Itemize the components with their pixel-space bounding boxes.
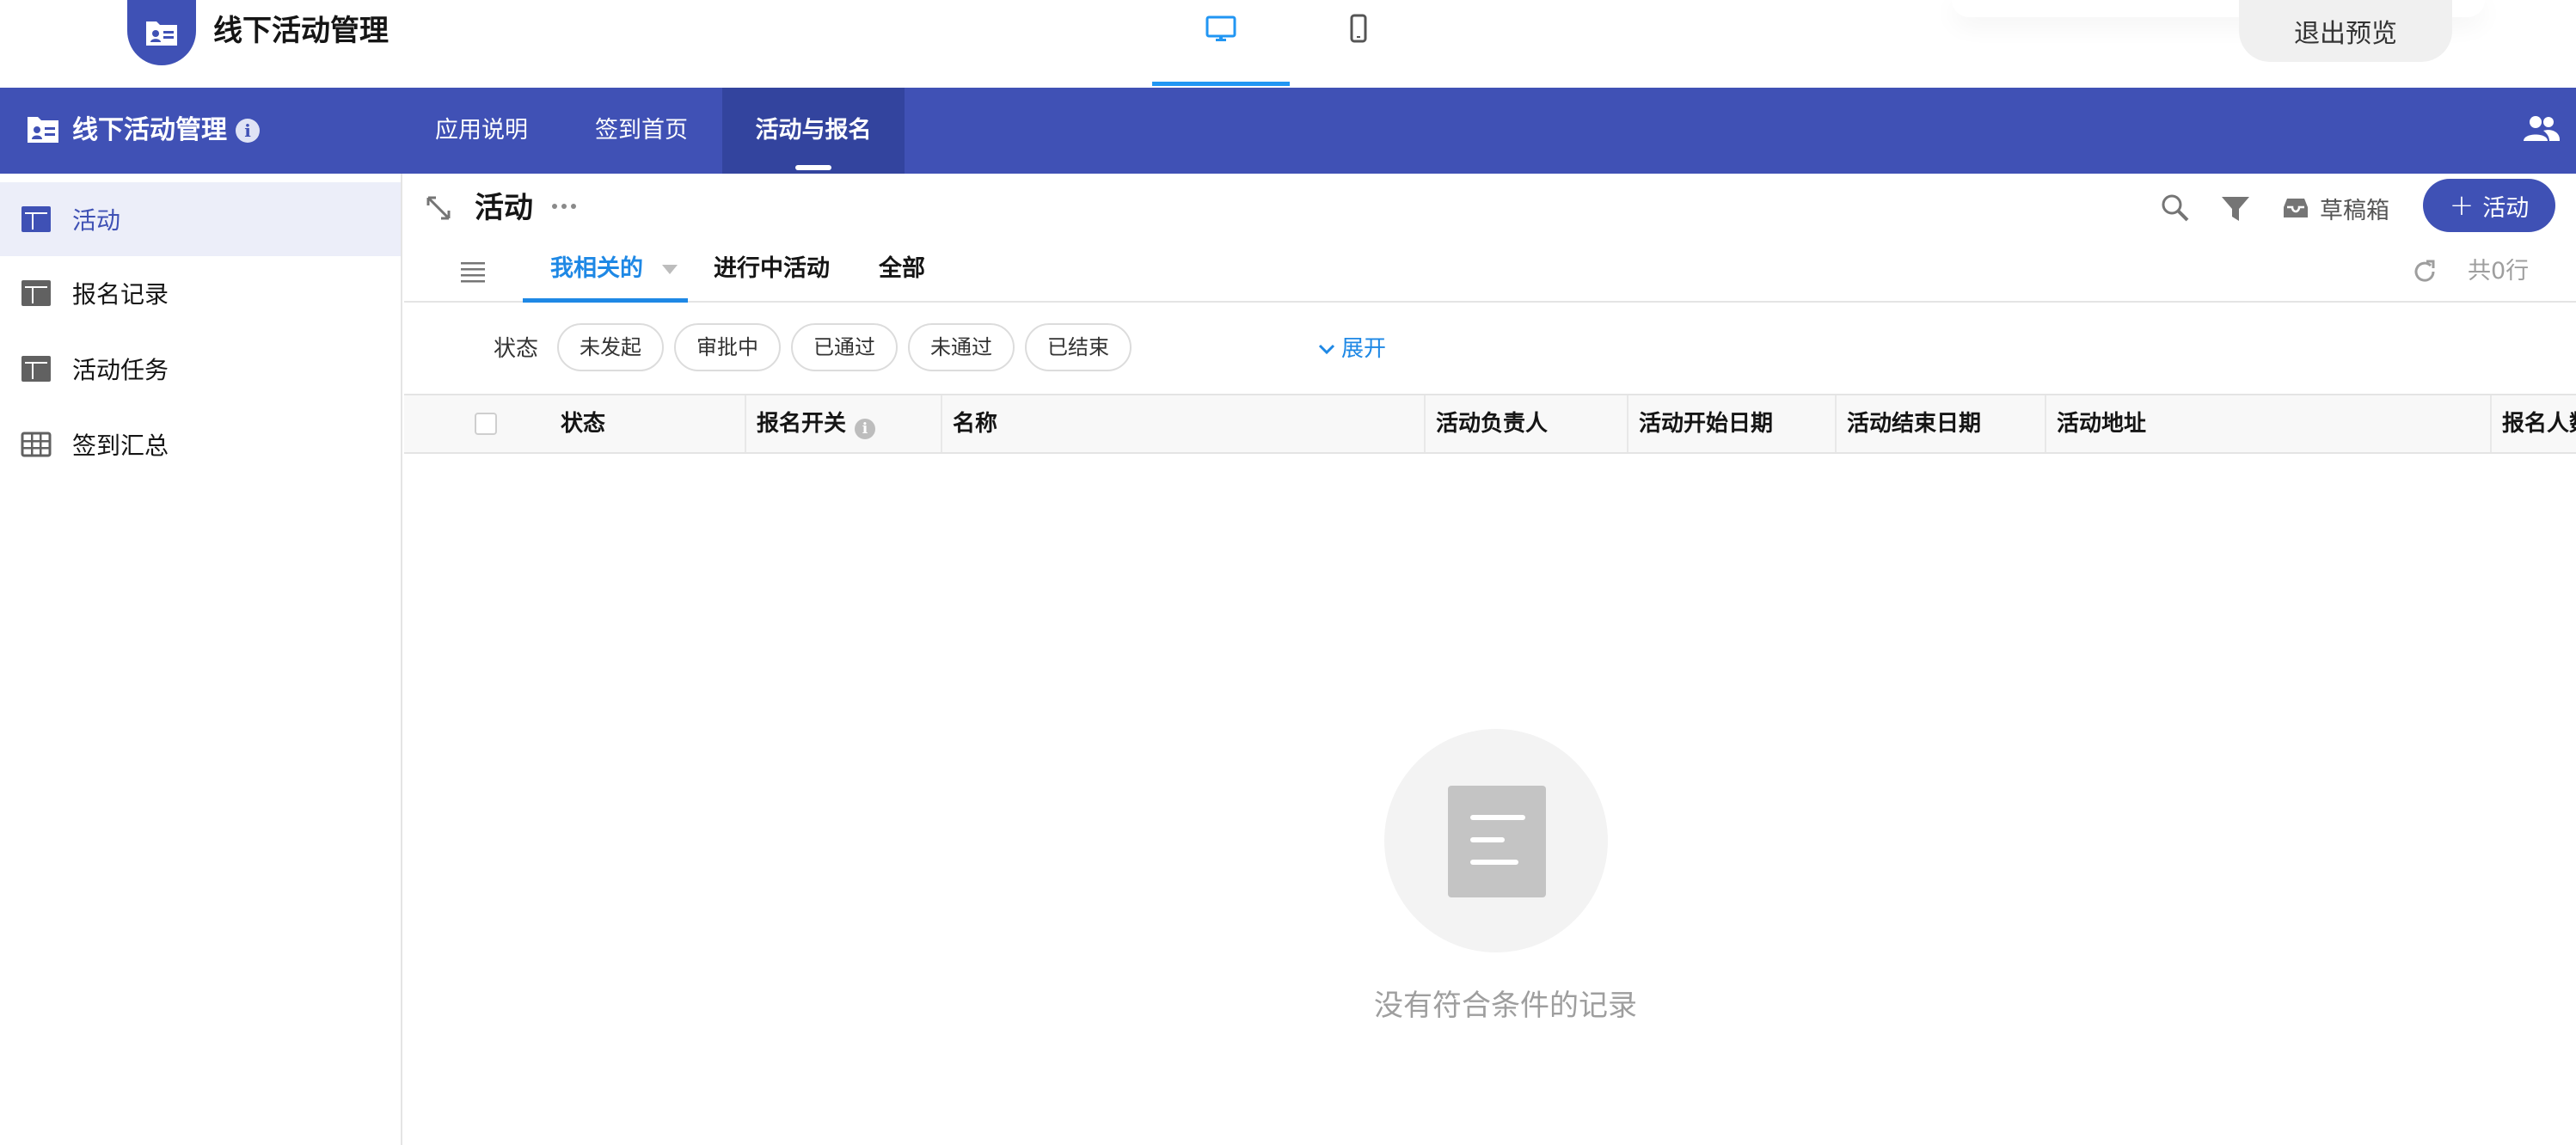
tab-ongoing-activities[interactable]: 进行中活动 — [714, 242, 830, 303]
grid-icon — [21, 432, 52, 457]
info-icon[interactable]: i — [236, 119, 260, 143]
chevron-down-icon — [1318, 344, 1335, 355]
tab-activities-registration[interactable]: 活动与报名 — [722, 88, 905, 174]
sidebar-item-activities[interactable]: 活动 — [0, 182, 401, 256]
tab-all[interactable]: 全部 — [879, 242, 925, 303]
chevron-down-icon — [662, 265, 678, 274]
expand-label: 展开 — [1341, 336, 1387, 362]
status-filter-bar: 状态 未发起 审批中 已通过 未通过 已结束 展开 — [404, 304, 2576, 394]
column-header-address[interactable]: 活动地址 — [2046, 395, 2492, 452]
filter-icon[interactable] — [2220, 194, 2251, 223]
tab-app-description[interactable]: 应用说明 — [421, 88, 542, 174]
column-header-end-date[interactable]: 活动结束日期 — [1837, 395, 2046, 452]
mobile-icon — [1350, 14, 1367, 43]
desktop-preview-button[interactable] — [1152, 0, 1290, 86]
add-activity-label: 活动 — [2482, 194, 2530, 222]
refresh-icon[interactable] — [2411, 258, 2438, 285]
sidebar-item-label: 活动 — [72, 206, 121, 235]
info-icon[interactable]: i — [855, 419, 876, 439]
sidebar-item-label: 报名记录 — [72, 280, 169, 309]
sidebar-item-checkin-summary[interactable]: 签到汇总 — [0, 407, 401, 481]
document-icon — [1448, 786, 1546, 897]
exit-preview-button[interactable]: 退出预览 — [2239, 0, 2452, 62]
filter-chip-not-started[interactable]: 未发起 — [557, 323, 664, 371]
column-header-owner[interactable]: 活动负责人 — [1426, 395, 1628, 452]
view-title: 活动 — [475, 191, 533, 225]
table-header: 状态 报名开关 i 名称 活动负责人 活动开始日期 活动结束日期 活动地址 报名人… — [404, 394, 2576, 454]
filter-chip-approved[interactable]: 已通过 — [791, 323, 898, 371]
column-header-name[interactable]: 名称 — [942, 395, 1426, 452]
column-header-start-date[interactable]: 活动开始日期 — [1628, 395, 1837, 452]
app-folder-icon — [28, 117, 58, 143]
preview-bar: 线下活动管理 退出预览 — [0, 0, 2576, 88]
add-activity-button[interactable]: + 活动 — [2423, 179, 2555, 232]
sidebar-item-activity-tasks[interactable]: 活动任务 — [0, 332, 401, 406]
mobile-preview-button[interactable] — [1290, 0, 1427, 86]
main-panel: 活动 草稿箱 + 活动 我相关的 进行中活动 全部 共0行 状态 未发起 审批中… — [404, 174, 2576, 1145]
empty-message: 没有符合条件的记录 — [1374, 989, 1637, 1023]
row-count: 共0行 — [2468, 258, 2530, 285]
filter-chip-rejected[interactable]: 未通过 — [908, 323, 1015, 371]
menu-icon[interactable] — [459, 260, 487, 284]
expand-filters-link[interactable]: 展开 — [1317, 334, 1386, 364]
tab-checkin-home[interactable]: 签到首页 — [581, 88, 702, 174]
more-icon[interactable] — [549, 196, 580, 217]
table-icon — [21, 356, 51, 382]
sidebar: 活动 报名记录 活动任务 签到汇总 — [0, 174, 402, 1145]
column-header-status[interactable]: 状态 — [550, 395, 746, 452]
column-header-registration-switch[interactable]: 报名开关 i — [746, 395, 942, 452]
plus-icon: + — [2449, 188, 2475, 223]
filter-chip-in-approval[interactable]: 审批中 — [674, 323, 781, 371]
users-icon — [2524, 116, 2561, 141]
table-icon — [21, 206, 51, 232]
empty-circle — [1384, 729, 1608, 952]
table-icon — [21, 280, 51, 306]
sidebar-item-label: 签到汇总 — [72, 432, 169, 460]
tab-label: 我相关的 — [550, 255, 643, 282]
app-name: 线下活动管理 — [213, 14, 389, 48]
select-all-checkbox[interactable] — [475, 413, 497, 435]
filter-label: 状态 — [494, 336, 539, 362]
app-logo-icon — [127, 0, 196, 65]
desktop-icon — [1205, 15, 1236, 41]
expand-arrows-icon[interactable] — [425, 194, 452, 222]
sidebar-item-registration-records[interactable]: 报名记录 — [0, 256, 401, 330]
column-header-registrant-count[interactable]: 报名人数 — [2492, 395, 2576, 452]
draft-box-button[interactable]: 草稿箱 — [2282, 186, 2389, 230]
view-tabs-bar: 我相关的 进行中活动 全部 共0行 — [404, 242, 2576, 303]
header-title: 线下活动管理 — [72, 115, 227, 145]
search-icon[interactable] — [2160, 193, 2191, 223]
app-header: 线下活动管理 i 应用说明 签到首页 活动与报名 — [0, 88, 2576, 174]
inbox-icon — [2284, 199, 2308, 217]
tab-my-related[interactable]: 我相关的 — [523, 242, 688, 303]
filter-chip-ended[interactable]: 已结束 — [1025, 323, 1132, 371]
draft-box-label: 草稿箱 — [2320, 197, 2389, 224]
sidebar-item-label: 活动任务 — [72, 356, 169, 384]
column-header-label: 报名开关 — [757, 411, 847, 437]
